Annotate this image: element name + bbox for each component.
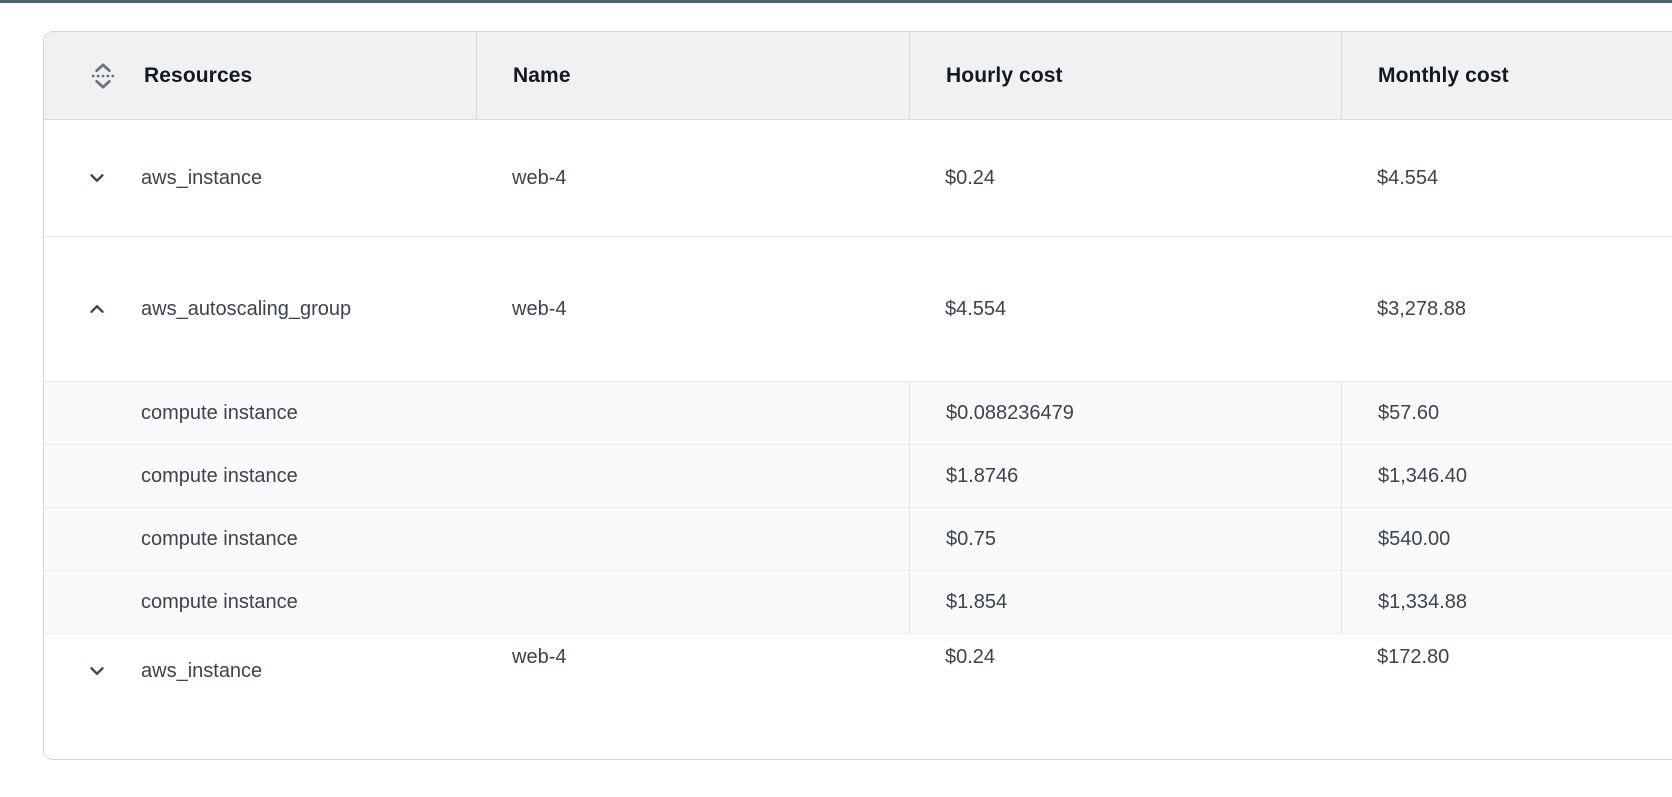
column-header-label-hourly-cost: Hourly cost [946, 64, 1063, 88]
monthly-cost-cell: $1,334.88 [1341, 571, 1672, 633]
resource-row: aws_autoscaling_group web-4 $4.554 $3,27… [44, 236, 1672, 381]
cost-breakdown-table: Resources Name Hourly cost Monthly cost … [43, 31, 1672, 760]
hourly-cost-cell: $1.8746 [909, 445, 1341, 507]
chevron-down-icon[interactable] [86, 167, 108, 189]
resource-type-label: aws_instance [141, 167, 262, 190]
hourly-cost-value: $0.24 [945, 167, 995, 190]
hourly-cost-cell: $0.24 [909, 120, 1341, 236]
cost-component-label: compute instance [141, 528, 298, 551]
cost-component-row: compute instance $0.088236479 $57.60 [44, 381, 1672, 444]
column-header-resources: Resources [44, 32, 476, 119]
cost-component-row: compute instance $1.8746 $1,346.40 [44, 444, 1672, 507]
hourly-cost-value: $1.854 [946, 591, 1007, 614]
column-header-label-monthly-cost: Monthly cost [1378, 64, 1509, 88]
monthly-cost-cell: $3,278.88 [1341, 237, 1672, 381]
table-header-row: Resources Name Hourly cost Monthly cost [44, 32, 1672, 120]
cost-component-label: compute instance [141, 465, 298, 488]
monthly-cost-value: $172.80 [1377, 646, 1449, 669]
cost-component-label: compute instance [141, 402, 298, 425]
monthly-cost-value: $57.60 [1378, 402, 1439, 425]
monthly-cost-value: $1,334.88 [1378, 591, 1467, 614]
name-cell: web-4 [476, 120, 909, 236]
hourly-cost-value: $0.088236479 [946, 402, 1074, 425]
monthly-cost-cell: $57.60 [1341, 382, 1672, 444]
resource-row: aws_instance web-4 $0.24 $4.554 [44, 120, 1672, 236]
resource-row: aws_instance web-4 $0.24 $172.80 [44, 633, 1672, 759]
cost-component-cell: compute instance [44, 445, 909, 507]
drag-handle-icon[interactable] [86, 59, 120, 93]
hourly-cost-value: $1.8746 [946, 465, 1018, 488]
resources-cell: aws_autoscaling_group [44, 237, 476, 381]
cost-component-cell: compute instance [44, 508, 909, 570]
resource-name: web-4 [512, 167, 566, 190]
resources-cell: aws_instance [44, 120, 476, 236]
monthly-cost-cell: $1,346.40 [1341, 445, 1672, 507]
column-header-name: Name [476, 32, 909, 119]
column-header-label-resources: Resources [144, 64, 252, 88]
column-header-label-name: Name [513, 64, 571, 88]
cost-component-cell: compute instance [44, 382, 909, 444]
cost-component-cell: compute instance [44, 571, 909, 633]
hourly-cost-cell: $0.24 [909, 634, 1341, 759]
hourly-cost-value: $4.554 [945, 298, 1006, 321]
top-accent-bar [0, 0, 1672, 3]
resource-type-label: aws_autoscaling_group [141, 298, 351, 321]
hourly-cost-cell: $0.75 [909, 508, 1341, 570]
hourly-cost-cell: $1.854 [909, 571, 1341, 633]
resource-name: web-4 [512, 646, 566, 669]
name-cell: web-4 [476, 237, 909, 381]
table-body: aws_instance web-4 $0.24 $4.554 aws_auto… [44, 120, 1672, 759]
chevron-down-icon[interactable] [86, 660, 108, 682]
monthly-cost-cell: $4.554 [1341, 120, 1672, 236]
column-header-monthly-cost: Monthly cost [1341, 32, 1672, 119]
hourly-cost-cell: $0.088236479 [909, 382, 1341, 444]
monthly-cost-value: $4.554 [1377, 167, 1438, 190]
cost-component-row: compute instance $0.75 $540.00 [44, 507, 1672, 570]
monthly-cost-cell: $172.80 [1341, 634, 1672, 759]
chevron-up-icon[interactable] [86, 298, 108, 320]
monthly-cost-cell: $540.00 [1341, 508, 1672, 570]
resource-name: web-4 [512, 298, 566, 321]
resources-cell: aws_instance [44, 634, 476, 759]
resource-type-label: aws_instance [141, 660, 262, 683]
hourly-cost-value: $0.24 [945, 646, 995, 669]
name-cell: web-4 [476, 634, 909, 759]
cost-component-row: compute instance $1.854 $1,334.88 [44, 570, 1672, 633]
hourly-cost-cell: $4.554 [909, 237, 1341, 381]
monthly-cost-value: $540.00 [1378, 528, 1450, 551]
hourly-cost-value: $0.75 [946, 528, 996, 551]
monthly-cost-value: $3,278.88 [1377, 298, 1466, 321]
column-header-hourly-cost: Hourly cost [909, 32, 1341, 119]
monthly-cost-value: $1,346.40 [1378, 465, 1467, 488]
cost-component-label: compute instance [141, 591, 298, 614]
